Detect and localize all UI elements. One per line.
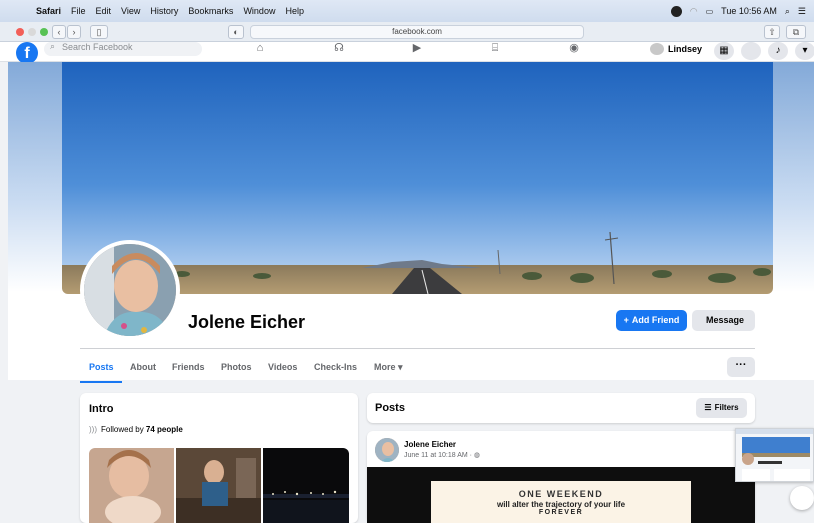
post-date-text: June 11 at 10:18 AM · — [404, 452, 474, 459]
menu-edit[interactable]: Edit — [96, 6, 112, 16]
address-bar[interactable]: facebook.com — [250, 25, 584, 39]
menu-help[interactable]: Help — [285, 6, 304, 16]
posts-title: Posts — [375, 402, 405, 414]
control-center-icon[interactable]: ☰ — [798, 6, 806, 17]
zoom-window-button[interactable] — [40, 28, 48, 36]
menu-bookmarks[interactable]: Bookmarks — [188, 6, 233, 16]
privacy-shield-icon[interactable]: ◐ — [228, 25, 244, 39]
intro-title: Intro — [89, 403, 114, 415]
tabs-divider — [80, 348, 755, 349]
browser-toolbar: ‹ › ▯ ◐ facebook.com ⇧ ⧉ — [0, 22, 814, 42]
tab-about[interactable]: About — [130, 362, 156, 372]
intro-photo-1-image — [89, 448, 174, 523]
post-author-name[interactable]: Jolene Eicher — [404, 440, 456, 449]
active-tab-indicator — [80, 381, 122, 383]
intro-photo-3-image — [263, 448, 349, 523]
followed-by-text: ))) Followed by 74 people — [89, 425, 183, 434]
intro-photo-2-image — [176, 448, 261, 523]
intro-card: Intro ))) Followed by 74 people — [80, 393, 358, 523]
filters-button[interactable]: ☰ Filters — [696, 398, 747, 418]
clock[interactable]: Tue 10:56 AM — [721, 6, 777, 16]
intro-photo-3[interactable] — [263, 448, 349, 523]
cover-blur-left — [8, 62, 62, 292]
home-icon[interactable]: ⌂ — [252, 42, 268, 56]
search-icon: ⌕ — [50, 41, 56, 51]
user-name: Lindsey — [668, 44, 703, 54]
wifi-icon[interactable]: ◠ — [690, 6, 698, 17]
filters-icon: ☰ — [704, 403, 712, 412]
intro-photo-1[interactable] — [89, 448, 174, 523]
tab-posts[interactable]: Posts — [89, 362, 114, 372]
notifications-bell-icon[interactable]: ♪ — [768, 42, 788, 60]
tab-more[interactable]: More ▾ — [374, 362, 403, 373]
post-image[interactable]: ONE WEEKEND will alter the trajectory of… — [367, 467, 755, 523]
screenshot-thumbnail-image — [736, 429, 813, 481]
battery-icon[interactable]: ▭ — [706, 7, 714, 16]
url-text: facebook.com — [392, 27, 442, 36]
search-placeholder: Search Facebook — [62, 42, 133, 52]
screenshot-thumbnail[interactable] — [735, 428, 814, 482]
forward-button[interactable]: › — [67, 25, 81, 39]
add-friend-icon: + — [623, 315, 629, 325]
profile-name: Jolene Eicher — [188, 312, 306, 332]
posts-header-card: Posts ☰ Filters — [367, 393, 755, 423]
tab-friends[interactable]: Friends — [172, 362, 205, 372]
back-button[interactable]: ‹ — [52, 25, 66, 39]
user-avatar — [650, 43, 664, 55]
add-friend-label: Add Friend — [631, 315, 680, 325]
menu-grid-icon[interactable]: ▦ — [714, 42, 734, 60]
tabs-overview-icon[interactable]: ⧉ — [786, 25, 806, 39]
menu-history[interactable]: History — [150, 6, 178, 16]
share-icon[interactable]: ⇧ — [764, 25, 780, 39]
message-label: Message — [705, 315, 745, 325]
post-card: Jolene Eicher June 11 at 10:18 AM · ◍ · … — [367, 431, 755, 523]
profile-picture[interactable] — [80, 240, 180, 340]
facebook-logo-icon[interactable]: f — [16, 42, 38, 64]
more-options-button[interactable]: ··· — [727, 357, 755, 377]
friends-icon[interactable]: ☊ — [331, 42, 347, 56]
account-dropdown-icon[interactable]: ▾ — [795, 42, 814, 60]
post-author-avatar-image — [375, 438, 399, 462]
cover-blur-right — [772, 62, 814, 292]
marketplace-icon[interactable]: ⌸ — [487, 42, 503, 56]
followers-count[interactable]: 74 people — [146, 425, 183, 434]
facebook-top-nav: f ⌕ Search Facebook ⌂ ☊ ▶ ⌸ ◉ Lindsey ▦ … — [0, 41, 814, 64]
post-author-avatar[interactable] — [375, 438, 399, 462]
followed-prefix: Followed by — [101, 425, 146, 434]
menu-app-name[interactable]: Safari — [36, 6, 61, 16]
post-date[interactable]: June 11 at 10:18 AM · ◍ — [404, 451, 480, 459]
search-input[interactable]: ⌕ Search Facebook — [44, 41, 202, 56]
user-profile-chip[interactable]: Lindsey — [650, 42, 702, 56]
spotlight-search-icon[interactable]: ⌕ — [785, 6, 790, 17]
post-graphic-line-3: FOREVER — [538, 509, 584, 516]
message-button[interactable]: Message — [692, 310, 755, 331]
close-window-button[interactable] — [16, 28, 24, 36]
tab-videos[interactable]: Videos — [268, 362, 297, 372]
sidebar-toggle-icon[interactable]: ▯ — [90, 25, 108, 39]
filters-label: Filters — [714, 403, 739, 412]
new-message-edit-icon[interactable] — [790, 486, 814, 510]
macos-menu-bar: Safari File Edit View History Bookmarks … — [0, 0, 814, 22]
status-app-icon[interactable] — [670, 5, 682, 17]
rss-icon: ))) — [89, 425, 97, 434]
intro-photo-2[interactable] — [176, 448, 261, 523]
post-graphic: ONE WEEKEND will alter the trajectory of… — [431, 481, 691, 523]
add-friend-button[interactable]: + Add Friend — [616, 310, 687, 331]
menu-window[interactable]: Window — [243, 6, 275, 16]
menu-view[interactable]: View — [121, 6, 140, 16]
tab-check-ins[interactable]: Check-Ins — [314, 362, 357, 372]
menu-file[interactable]: File — [71, 6, 86, 16]
groups-icon[interactable]: ◉ — [566, 42, 582, 56]
post-graphic-line-1: ONE WEEKEND — [518, 489, 604, 499]
globe-icon: ◍ — [473, 452, 481, 459]
messenger-icon[interactable] — [741, 42, 761, 60]
tab-photos[interactable]: Photos — [221, 362, 252, 372]
post-graphic-line-2: will alter the trajectory of your life — [496, 500, 626, 509]
profile-picture-image — [84, 244, 176, 336]
minimize-window-button[interactable] — [28, 28, 36, 36]
watch-icon[interactable]: ▶ — [409, 42, 425, 56]
